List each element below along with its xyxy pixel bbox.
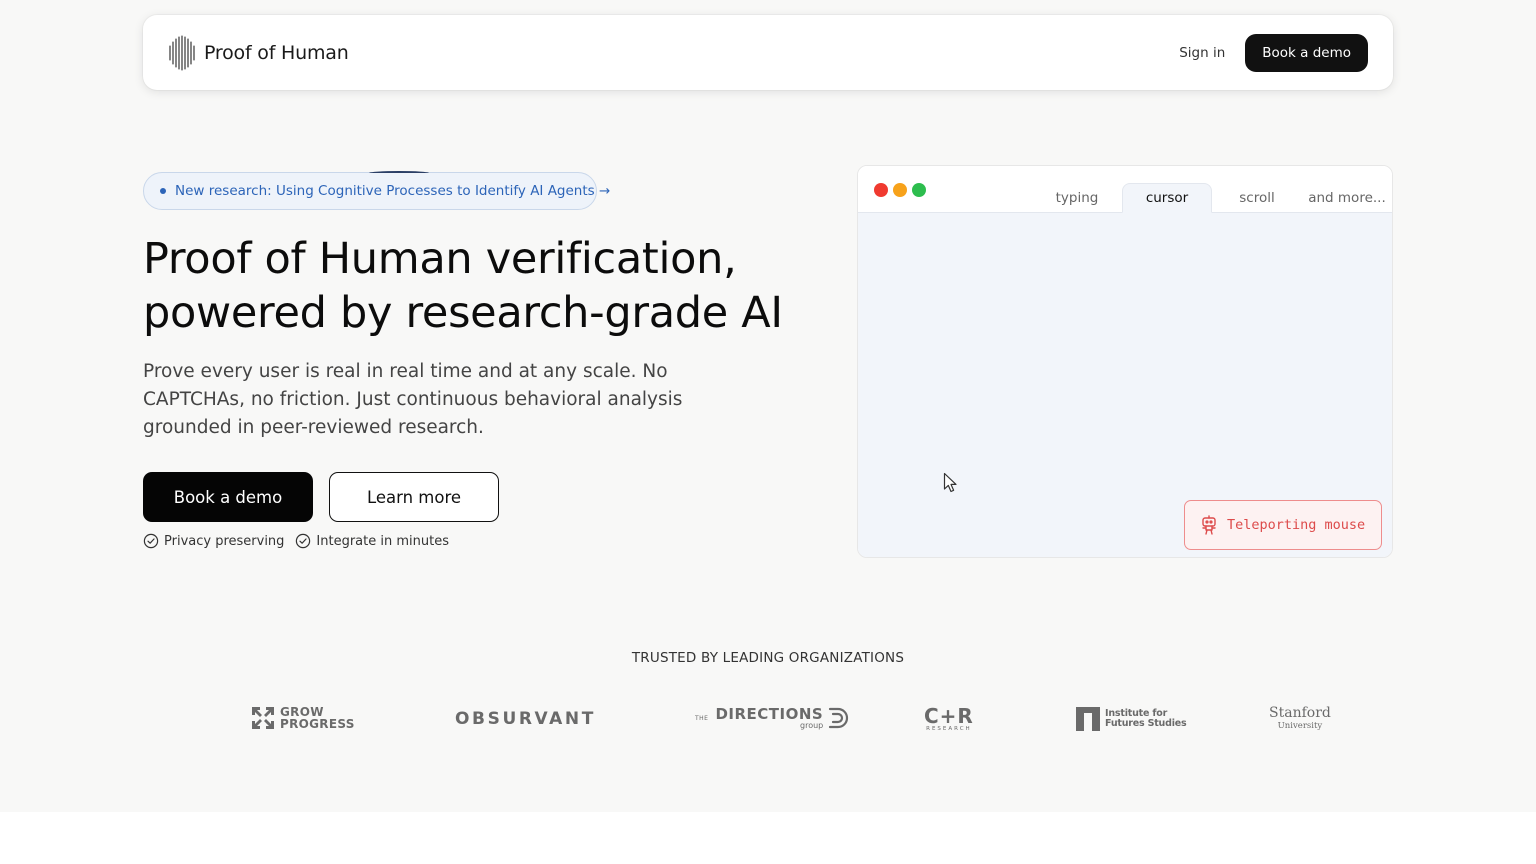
hero-title-line-2: powered by research-grade AI bbox=[143, 288, 783, 338]
grow-progress-logo: GROW PROGRESS bbox=[251, 706, 355, 730]
mouse-cursor-icon bbox=[943, 472, 957, 493]
nav-actions: Sign in Book a demo bbox=[1179, 33, 1368, 72]
hero-subtitle: Prove every user is real in real time an… bbox=[143, 361, 683, 438]
grow-progress-line-2: PROGRESS bbox=[280, 717, 355, 731]
badge-label: Teleporting mouse bbox=[1227, 517, 1366, 533]
tab-more[interactable]: and more... bbox=[1302, 183, 1392, 213]
navbar: Proof of Human Sign in Book a demo bbox=[143, 15, 1393, 90]
feature-privacy: Privacy preserving bbox=[143, 533, 284, 549]
feature-label: Integrate in minutes bbox=[316, 533, 449, 549]
stanford-name: Stanford bbox=[1269, 705, 1331, 721]
nav-book-demo-button[interactable]: Book a demo bbox=[1245, 33, 1368, 72]
cr-research-logo: C+R RESEARCH bbox=[924, 706, 974, 732]
check-circle-icon bbox=[143, 533, 159, 549]
hero-title-line-1: Proof of Human verification, bbox=[143, 234, 737, 284]
hero-title: Proof of Human verification, powered by … bbox=[143, 232, 823, 340]
window-title-bar: typing cursor scroll and more... bbox=[858, 166, 1392, 213]
tab-scroll[interactable]: scroll bbox=[1212, 183, 1302, 213]
brand[interactable]: Proof of Human bbox=[168, 34, 349, 72]
feature-integrate: Integrate in minutes bbox=[295, 533, 449, 549]
sign-in-link[interactable]: Sign in bbox=[1179, 45, 1225, 61]
directions-group-logo: THE DIRECTIONS group bbox=[695, 706, 852, 730]
window-maximize-dot bbox=[912, 183, 926, 197]
tab-cursor[interactable]: cursor bbox=[1122, 183, 1212, 213]
demo-canvas: Teleporting mouse bbox=[858, 213, 1392, 557]
window-close-dot bbox=[874, 183, 888, 197]
check-circle-icon bbox=[296, 533, 311, 549]
grow-progress-arrows-icon bbox=[252, 707, 274, 729]
announcement-arc bbox=[369, 171, 429, 175]
announcement-text: New research: Using Cognitive Processes … bbox=[175, 183, 611, 199]
book-demo-button[interactable]: Book a demo bbox=[143, 472, 313, 522]
institute-pillar-icon bbox=[1076, 707, 1100, 731]
learn-more-button[interactable]: Learn more bbox=[329, 472, 499, 522]
brand-name: Proof of Human bbox=[204, 41, 349, 64]
directions-arrow-icon bbox=[829, 707, 849, 729]
observant-logo: OBSURVANT bbox=[455, 709, 596, 729]
announcement-dot-icon bbox=[160, 188, 166, 194]
cr-name: C+R bbox=[924, 704, 974, 728]
iff-line-2: Futures Studies bbox=[1105, 718, 1187, 729]
behavior-demo-window: typing cursor scroll and more... Telepor… bbox=[857, 165, 1393, 558]
stanford-sub: University bbox=[1277, 721, 1323, 731]
feature-label: Privacy preserving bbox=[164, 533, 285, 549]
research-announcement-link[interactable]: New research: Using Cognitive Processes … bbox=[143, 171, 610, 210]
institute-futures-studies-logo: Institute for Futures Studies bbox=[1076, 707, 1187, 731]
window-minimize-dot bbox=[893, 183, 907, 197]
teleporting-mouse-badge: Teleporting mouse bbox=[1184, 500, 1382, 550]
robot-icon bbox=[1202, 515, 1216, 535]
brand-logo-icon bbox=[169, 34, 195, 71]
cr-sub: RESEARCH bbox=[926, 726, 972, 732]
directions-prefix: THE bbox=[695, 714, 709, 722]
directions-name: DIRECTIONS bbox=[715, 705, 824, 723]
partner-logos: GROW PROGRESS OBSURVANT THE DIRECTIONS g… bbox=[155, 648, 1370, 732]
demo-tabs: typing cursor scroll and more... bbox=[1032, 183, 1392, 213]
tab-typing[interactable]: typing bbox=[1032, 183, 1122, 213]
footer-strip bbox=[0, 812, 1536, 864]
directions-sub: group bbox=[800, 721, 824, 730]
feature-list: Privacy preserving Integrate in minutes bbox=[143, 533, 449, 549]
stanford-logo: Stanford University bbox=[1269, 706, 1331, 731]
